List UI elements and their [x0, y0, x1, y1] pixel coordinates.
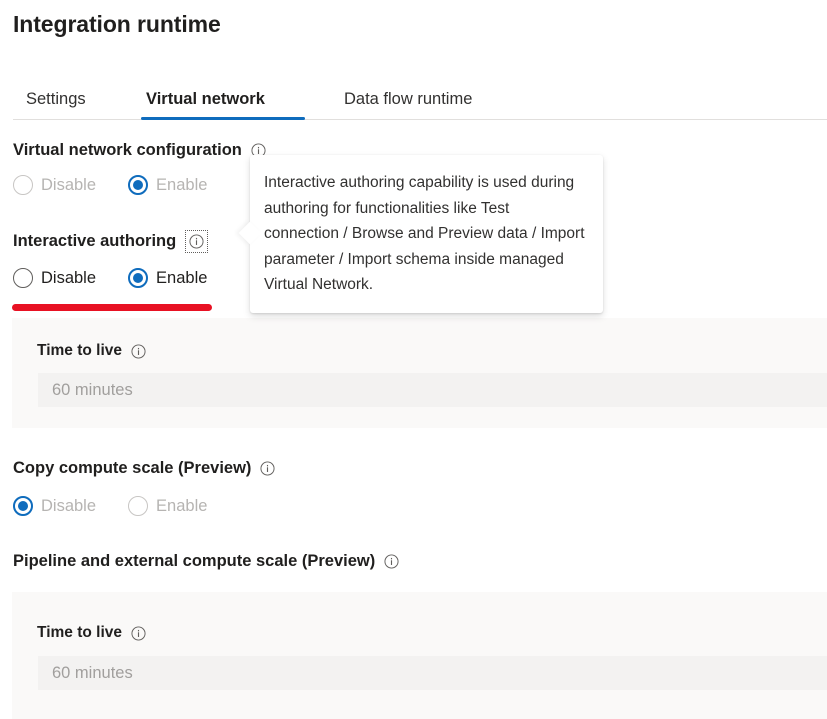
radio-copy-compute-enable[interactable]: Enable [128, 496, 207, 516]
page-title: Integration runtime [13, 11, 221, 38]
interactive-authoring-ttl-panel: Time to live 60 minutes [12, 318, 827, 428]
radio-dot [13, 175, 33, 195]
copy-compute-scale-radio-group: Disable Enable [13, 496, 207, 516]
interactive-authoring-tooltip: Interactive authoring capability is used… [250, 155, 603, 313]
pipeline-external-compute-scale-label-text: Pipeline and external compute scale (Pre… [13, 552, 375, 571]
pipeline-ttl-panel: Time to live 60 minutes [12, 592, 827, 719]
info-icon[interactable] [131, 626, 146, 641]
radio-label: Disable [41, 176, 96, 195]
tab-settings[interactable]: Settings [26, 78, 86, 120]
info-icon[interactable] [131, 344, 146, 359]
copy-compute-scale-label: Copy compute scale (Preview) [13, 459, 275, 478]
virtual-network-configuration-label: Virtual network configuration [13, 141, 266, 160]
time-to-live-label-text: Time to live [37, 624, 122, 642]
info-icon[interactable] [260, 461, 275, 476]
tab-virtual-network[interactable]: Virtual network [146, 78, 265, 120]
radio-dot [13, 496, 33, 516]
radio-vnet-disable[interactable]: Disable [13, 175, 96, 195]
time-to-live-label: Time to live [37, 342, 146, 360]
pipeline-external-compute-scale-label: Pipeline and external compute scale (Pre… [13, 552, 399, 571]
radio-copy-compute-disable[interactable]: Disable [13, 496, 96, 516]
interactive-authoring-label: Interactive authoring [13, 232, 204, 251]
virtual-network-configuration-label-text: Virtual network configuration [13, 141, 242, 160]
radio-label: Enable [156, 269, 207, 288]
radio-label: Disable [41, 269, 96, 288]
tab-bar: Settings Virtual network Data flow runti… [0, 78, 827, 120]
tab-data-flow-runtime[interactable]: Data flow runtime [344, 78, 472, 120]
info-icon[interactable] [189, 234, 204, 249]
active-tab-indicator [141, 117, 305, 120]
time-to-live-label: Time to live [37, 624, 146, 642]
radio-vnet-enable[interactable]: Enable [128, 175, 207, 195]
radio-dot [128, 496, 148, 516]
radio-dot [128, 268, 148, 288]
time-to-live-input[interactable]: 60 minutes [38, 373, 827, 407]
red-annotation-underline [12, 304, 212, 311]
info-icon[interactable] [384, 554, 399, 569]
radio-interactive-authoring-enable[interactable]: Enable [128, 268, 207, 288]
time-to-live-input[interactable]: 60 minutes [38, 656, 827, 690]
interactive-authoring-radio-group: Disable Enable [13, 268, 207, 288]
radio-label: Enable [156, 176, 207, 195]
radio-label: Enable [156, 497, 207, 516]
radio-interactive-authoring-disable[interactable]: Disable [13, 268, 96, 288]
virtual-network-configuration-radio-group: Disable Enable [13, 175, 207, 195]
radio-dot [128, 175, 148, 195]
radio-dot [13, 268, 33, 288]
tooltip-arrow [239, 222, 262, 245]
time-to-live-label-text: Time to live [37, 342, 122, 360]
copy-compute-scale-label-text: Copy compute scale (Preview) [13, 459, 251, 478]
interactive-authoring-label-text: Interactive authoring [13, 232, 176, 251]
integration-runtime-page: Integration runtime Settings Virtual net… [0, 0, 827, 719]
radio-label: Disable [41, 497, 96, 516]
tooltip-text: Interactive authoring capability is used… [264, 170, 585, 298]
